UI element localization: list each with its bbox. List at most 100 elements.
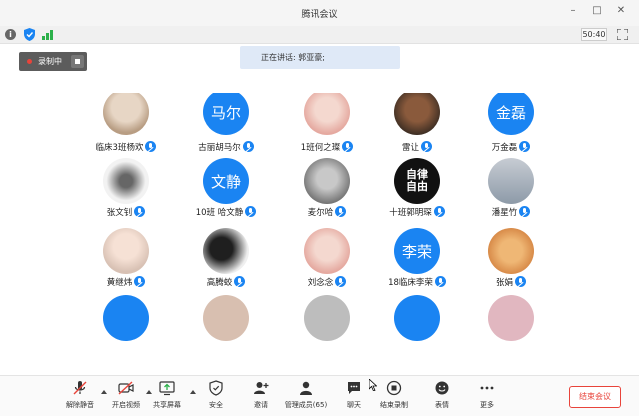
participant-avatar: 文静 [203, 158, 249, 204]
participant-tile[interactable]: 金磊 万金磊 [451, 93, 571, 163]
mic-muted-icon [519, 206, 531, 217]
participant-avatar [103, 228, 149, 274]
members-button[interactable]: 管理成员(65) [284, 380, 328, 410]
participant-name: 潘星竹 [491, 208, 518, 218]
participant-avatar [304, 93, 350, 135]
title-bar: 腾讯会议 – □ ✕ [0, 0, 639, 26]
mic-muted-icon [434, 276, 446, 287]
more-label: 更多 [480, 401, 494, 409]
mic-muted-icon [134, 276, 146, 287]
mic-muted-icon [342, 141, 354, 152]
chevron-up-icon[interactable] [146, 390, 152, 394]
security-button[interactable]: 安全 [194, 380, 238, 410]
video-button[interactable]: 开启视频 [104, 380, 148, 410]
meeting-timer: 50:40 [581, 28, 607, 41]
participant-name: 10班 哈文静 [195, 208, 244, 218]
participant-name: 18临床李荣 [388, 278, 433, 288]
unmute-label: 解除静音 [66, 401, 94, 409]
participant-name: 张文钊 [106, 208, 133, 218]
info-icon[interactable]: i [5, 29, 16, 40]
participant-avatar-partial[interactable] [304, 295, 350, 341]
members-label: 管理成员(65) [284, 401, 328, 409]
end-record-label: 结束录制 [380, 401, 408, 409]
share-screen-icon [159, 380, 175, 396]
participant-name: 临床3班杨欢 [95, 143, 144, 153]
participant-avatar: 自律 自由 [394, 158, 440, 204]
participant-name: 雷让 [401, 143, 419, 153]
maximize-icon[interactable]: □ [590, 4, 604, 18]
participant-avatar [488, 228, 534, 274]
participant-name: 古丽胡马尔 [198, 143, 241, 153]
participant-avatar [103, 93, 149, 135]
emoji-icon [434, 380, 450, 396]
mic-muted-icon [145, 141, 157, 152]
reaction-label: 表情 [435, 401, 449, 409]
recording-badge: 录制中 [19, 52, 87, 71]
chat-icon [346, 380, 362, 396]
reaction-button[interactable]: 表情 [420, 380, 464, 410]
participant-grid: 临床3班杨欢 马尔古丽胡马尔 1班何之璨 雷让 金磊万金磊张文钊 文静 10班 哈文静 麦尔哈… [0, 93, 639, 373]
network-signal-icon[interactable] [42, 30, 54, 40]
mic-muted-icon [519, 141, 531, 152]
participant-tile[interactable]: 张娟 [451, 228, 571, 298]
participant-avatar [304, 228, 350, 274]
invite-icon [253, 380, 269, 396]
encryption-shield-icon[interactable] [24, 28, 35, 41]
close-icon[interactable]: ✕ [614, 4, 628, 18]
mic-muted-icon [72, 380, 88, 396]
meeting-info-bar: i 50:40 [0, 26, 639, 44]
participant-avatar-partial[interactable] [203, 295, 249, 341]
chevron-up-icon[interactable] [101, 390, 107, 394]
active-speaker-banner: 正在讲话: 郭亚豪; [240, 46, 400, 69]
mic-muted-icon [234, 276, 246, 287]
invite-label: 邀请 [254, 401, 268, 409]
meeting-toolbar: 结束会议 解除静音 开启视频 共享屏幕 安全 邀请 管理成员(65) 聊天 结束录制 表情 更多 [0, 375, 639, 416]
unmute-button[interactable]: 解除静音 [58, 380, 102, 410]
more-button[interactable]: 更多 [465, 380, 509, 410]
mic-muted-icon [421, 141, 432, 152]
share-button[interactable]: 共享屏幕 [145, 380, 189, 410]
participant-avatar-partial[interactable] [103, 295, 149, 341]
security-label: 安全 [209, 401, 223, 409]
participant-name: 万金磊 [491, 143, 518, 153]
shield-icon [208, 380, 224, 396]
members-icon [298, 380, 314, 396]
video-label: 开启视频 [112, 401, 140, 409]
mic-muted-icon [245, 206, 257, 217]
participant-name-row: 万金磊 [451, 141, 571, 153]
participant-avatar [103, 158, 149, 204]
participant-avatar: 马尔 [203, 93, 249, 135]
chevron-up-icon[interactable] [190, 390, 196, 394]
participant-avatar-partial[interactable] [394, 295, 440, 341]
participant-name: 黄继炜 [106, 278, 133, 288]
participant-tile[interactable]: 潘星竹 [451, 158, 571, 228]
mic-muted-icon [515, 276, 526, 287]
mic-muted-icon [242, 141, 254, 152]
window-title: 腾讯会议 [301, 10, 338, 20]
participant-avatar [304, 158, 350, 204]
participant-avatar [203, 228, 249, 274]
fullscreen-icon[interactable] [617, 29, 628, 40]
recording-dot-icon [27, 59, 32, 64]
participant-avatar: 金磊 [488, 93, 534, 135]
participant-name: 1班何之璨 [300, 143, 341, 153]
participant-name: 麦尔哈 [307, 208, 334, 218]
stop-recording-button[interactable] [71, 55, 84, 68]
end-meeting-button[interactable]: 结束会议 [569, 386, 621, 408]
share-label: 共享屏幕 [153, 401, 181, 409]
invite-button[interactable]: 邀请 [239, 380, 283, 410]
mic-muted-icon [134, 206, 146, 217]
participant-avatar: 李荣 [394, 228, 440, 274]
stop-record-icon [386, 380, 402, 396]
mouse-cursor-icon [369, 379, 377, 391]
chat-label: 聊天 [347, 401, 361, 409]
minimize-icon[interactable]: – [566, 4, 580, 18]
participant-name: 十班郭明琛 [389, 208, 432, 218]
participant-name-row: 张娟 [451, 276, 571, 288]
recording-label: 录制中 [38, 57, 62, 66]
participant-avatar-partial[interactable] [488, 295, 534, 341]
camera-off-icon [118, 380, 134, 396]
participant-name: 张娟 [495, 278, 513, 288]
end-record-button[interactable]: 结束录制 [372, 380, 416, 410]
more-icon [479, 380, 495, 396]
